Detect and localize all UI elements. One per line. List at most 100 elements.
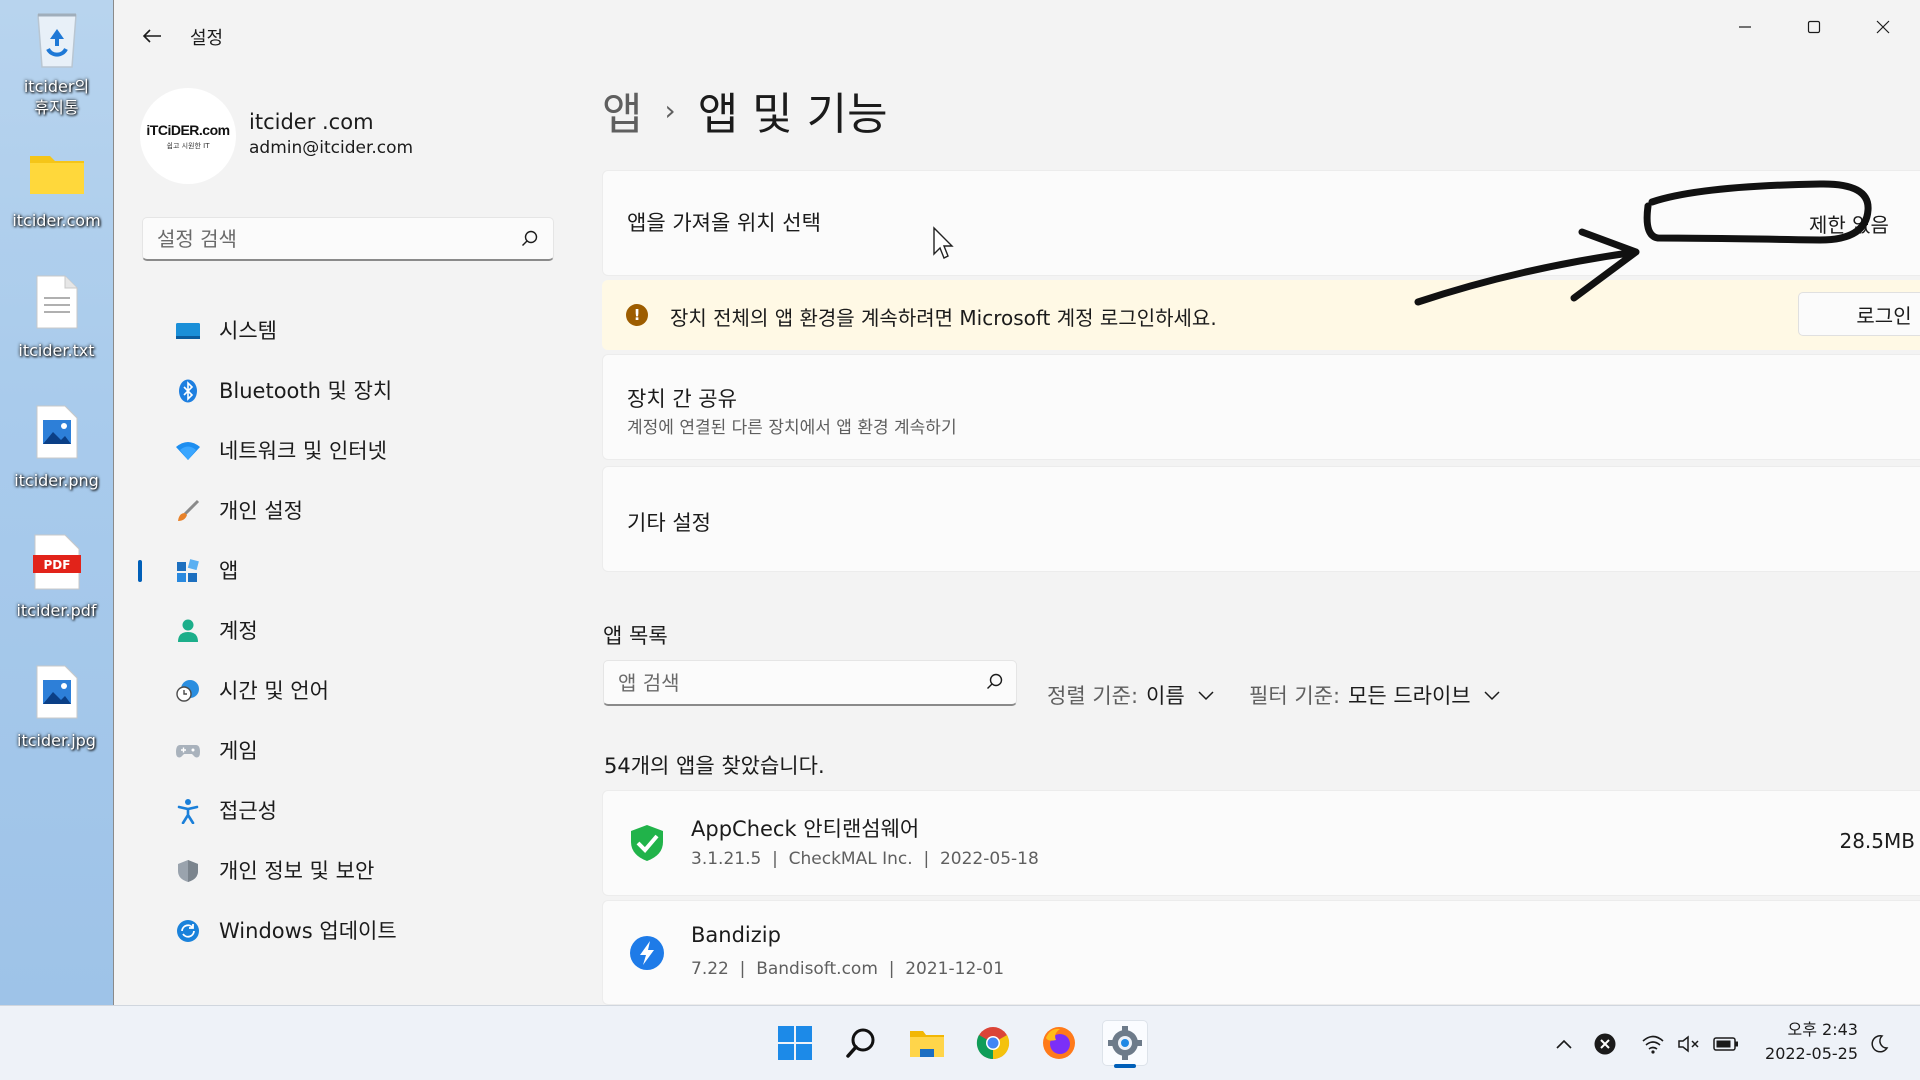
tray-app-icon	[1594, 1033, 1616, 1055]
sort-dropdown[interactable]: 정렬 기준: 이름	[1047, 680, 1215, 710]
desktop-icon-jpg[interactable]: itcider.jpg	[0, 660, 113, 751]
sidebar-item-label: 접근성	[219, 799, 277, 823]
avatar-logo-text: iTCiDER.com	[146, 121, 230, 138]
search-icon[interactable]	[521, 230, 539, 252]
settings-icon	[1108, 1026, 1142, 1060]
active-app-indicator	[1114, 1064, 1136, 1068]
folder-icon	[25, 140, 89, 204]
account-icon	[175, 618, 201, 644]
desktop-icon-txt[interactable]: itcider.txt	[0, 270, 113, 361]
start-icon	[778, 1026, 812, 1060]
tray-app-button[interactable]	[1592, 1032, 1618, 1056]
sidebar-item-accessibility[interactable]: 접근성	[138, 780, 558, 840]
taskbar-file-explorer[interactable]	[904, 1020, 950, 1066]
desktop-icon-label: itcider.pdf	[16, 601, 97, 620]
search-icon[interactable]	[986, 673, 1004, 695]
sidebar-item-system[interactable]: 시스템	[138, 300, 558, 360]
recycle-bin-icon	[25, 6, 89, 70]
text-file-icon	[25, 270, 89, 334]
tray-overflow-button[interactable]	[1552, 1032, 1576, 1056]
close-button[interactable]	[1860, 10, 1906, 44]
desktop-icon-pdf[interactable]: PDF itcider.pdf	[0, 530, 113, 621]
banner-message: 장치 전체의 앱 환경을 계속하려면 Microsoft 계정 로그인하세요.	[670, 306, 1217, 330]
volume-muted-icon	[1678, 1035, 1699, 1053]
login-button[interactable]: 로그인	[1798, 292, 1920, 336]
sidebar-item-time-language[interactable]: 시간 및 언어	[138, 660, 558, 720]
sidebar-item-label: Windows 업데이트	[219, 919, 397, 943]
desktop-icon-folder[interactable]: itcider.com	[0, 140, 113, 231]
accessibility-icon	[175, 798, 201, 824]
maximize-button[interactable]	[1791, 10, 1837, 44]
avatar[interactable]: iTCiDER.com 쉽고 시원한 IT	[140, 88, 236, 184]
sidebar-item-bluetooth[interactable]: Bluetooth 및 장치	[138, 360, 558, 420]
filter-value: 모든 드라이브	[1348, 684, 1471, 708]
taskbar-chrome[interactable]	[970, 1020, 1016, 1066]
login-banner: ! 장치 전체의 앱 환경을 계속하려면 Microsoft 계정 로그인하세요…	[602, 280, 1920, 350]
settings-search-input[interactable]	[157, 226, 497, 252]
share-card[interactable]: 장치 간 공유 계정에 연결된 다른 장치에서 앱 환경 계속하기	[602, 354, 1920, 460]
desktop-icon-recycle-bin[interactable]: itcider의 휴지통	[0, 6, 113, 118]
active-indicator	[138, 560, 142, 582]
network-tray-button[interactable]	[1640, 1032, 1666, 1056]
sidebar-nav: 시스템 Bluetooth 및 장치 네트워크 및 인터넷 개인 설정 앱 계정…	[138, 300, 558, 960]
battery-icon	[1713, 1037, 1738, 1051]
app-meta: 7.22 | Bandisoft.com | 2021-12-01	[691, 959, 1005, 979]
back-button[interactable]	[136, 20, 168, 52]
taskbar-settings[interactable]	[1102, 1020, 1148, 1068]
sidebar-item-privacy[interactable]: 개인 정보 및 보안	[138, 840, 558, 900]
maximize-icon	[1807, 20, 1821, 34]
sidebar-item-windows-update[interactable]: Windows 업데이트	[138, 900, 558, 960]
bandizip-icon	[627, 933, 667, 973]
focus-assist-button[interactable]	[1866, 1032, 1892, 1056]
sidebar-item-label: 개인 정보 및 보안	[219, 859, 375, 883]
app-list-item[interactable]: AppCheck 안티랜섬웨어 3.1.21.5 | CheckMAL Inc.…	[602, 790, 1920, 896]
sidebar-item-accounts[interactable]: 계정	[138, 600, 558, 660]
app-source-dropdown[interactable]: 제한 없음	[1781, 201, 1920, 241]
sidebar-item-personalization[interactable]: 개인 설정	[138, 480, 558, 540]
user-email: admin@itcider.com	[249, 138, 414, 158]
settings-search[interactable]	[142, 217, 554, 261]
taskbar: 오후 2:43 2022-05-25	[0, 1005, 1920, 1080]
desktop-icon-label: itcider의 휴지통	[23, 77, 90, 117]
app-search-input[interactable]	[618, 670, 958, 696]
battery-tray-button[interactable]	[1712, 1032, 1740, 1056]
taskbar-search-button[interactable]	[838, 1020, 884, 1066]
sidebar-item-apps[interactable]: 앱	[138, 540, 558, 600]
sidebar-item-label: Bluetooth 및 장치	[219, 379, 393, 403]
share-card-title: 장치 간 공유	[627, 387, 737, 411]
breadcrumb-parent[interactable]: 앱	[602, 78, 642, 142]
gamepad-icon	[175, 738, 201, 764]
minimize-button[interactable]	[1722, 10, 1768, 44]
clock-date: 2022-05-25	[1765, 1044, 1858, 1063]
volume-tray-button[interactable]	[1676, 1032, 1702, 1056]
app-search[interactable]	[603, 660, 1017, 706]
search-icon	[846, 1028, 875, 1058]
minimize-icon	[1739, 26, 1751, 28]
sidebar-item-label: 시간 및 언어	[219, 679, 329, 703]
system-icon	[175, 318, 201, 344]
taskbar-clock[interactable]: 오후 2:43 2022-05-25	[1765, 1018, 1858, 1066]
window-title: 설정	[190, 28, 224, 49]
desktop-icon-label: itcider.jpg	[17, 731, 96, 750]
warning-icon: !	[626, 304, 648, 326]
app-name: AppCheck 안티랜섬웨어	[691, 817, 920, 841]
desktop-icon-label: itcider.txt	[18, 341, 95, 360]
sidebar-item-label: 게임	[219, 739, 258, 763]
sidebar-item-gaming[interactable]: 게임	[138, 720, 558, 780]
settings-window: 설정 iTCiDER.com 쉽고 시원한 IT itcider .com ad…	[113, 0, 1920, 1005]
chevron-down-icon	[1197, 683, 1215, 707]
desktop-icon-label: itcider.png	[14, 471, 99, 490]
appcheck-icon	[627, 823, 667, 863]
sidebar-item-network[interactable]: 네트워크 및 인터넷	[138, 420, 558, 480]
update-icon	[175, 918, 201, 944]
title-bar: 설정	[114, 0, 1920, 64]
app-count: 54개의 앱을 찾았습니다.	[604, 754, 825, 778]
app-list-item[interactable]: Bandizip 7.22 | Bandisoft.com | 2021-12-…	[602, 900, 1920, 1005]
start-button[interactable]	[772, 1020, 818, 1066]
desktop-icon-png[interactable]: itcider.png	[0, 400, 113, 491]
sidebar-item-label: 네트워크 및 인터넷	[219, 439, 387, 463]
taskbar-firefox[interactable]	[1036, 1020, 1082, 1066]
svg-text:PDF: PDF	[43, 558, 70, 572]
filter-dropdown[interactable]: 필터 기준: 모든 드라이브	[1249, 680, 1501, 710]
other-settings-card[interactable]: 기타 설정	[602, 466, 1920, 572]
